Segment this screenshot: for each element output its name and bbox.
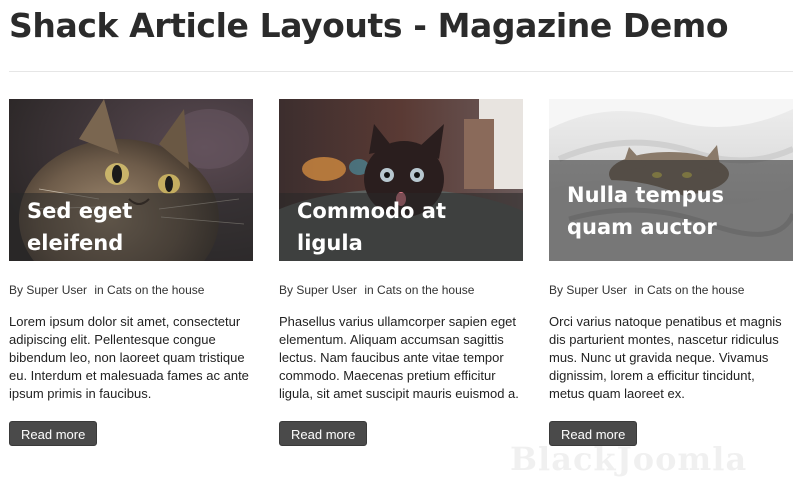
article-meta: By Super User in Cats on the house: [549, 283, 793, 297]
article-category[interactable]: in Cats on the house: [634, 283, 744, 297]
article-author: By Super User: [279, 283, 358, 297]
article-meta: By Super User in Cats on the house: [279, 283, 523, 297]
article-author: By Super User: [549, 283, 628, 297]
page-title: Shack Article Layouts - Magazine Demo: [9, 6, 729, 45]
article-image[interactable]: Commodo at ligula: [279, 99, 523, 261]
article-headline[interactable]: Commodo at ligula: [297, 195, 505, 259]
article-author: By Super User: [9, 283, 88, 297]
article-image[interactable]: Nulla tempus quam auctor: [549, 99, 793, 261]
article-category[interactable]: in Cats on the house: [364, 283, 474, 297]
article-category[interactable]: in Cats on the house: [94, 283, 204, 297]
article-intro: Lorem ipsum dolor sit amet, consectetur …: [9, 314, 249, 401]
article-headline[interactable]: Nulla tempus quam auctor: [567, 179, 775, 243]
site-watermark-logo: BlackJoomla: [510, 440, 748, 478]
headline-overlay: Nulla tempus quam auctor: [549, 160, 793, 261]
article-intro: Phasellus varius ullamcorper sapien eget…: [279, 314, 519, 401]
article-image[interactable]: Sed eget eleifend: [9, 99, 253, 261]
article-meta: By Super User in Cats on the house: [9, 283, 253, 297]
article-card: Commodo at ligula By Super User in Cats …: [279, 99, 523, 446]
read-more-button[interactable]: Read more: [279, 421, 368, 446]
article-card: Nulla tempus quam auctor By Super User i…: [549, 99, 793, 446]
article-headline[interactable]: Sed eget eleifend: [27, 195, 235, 259]
headline-overlay: Sed eget eleifend: [9, 193, 253, 261]
title-divider: [9, 71, 793, 72]
headline-overlay: Commodo at ligula: [279, 193, 523, 261]
article-intro: Orci varius natoque penatibus et magnis …: [549, 314, 782, 401]
read-more-button[interactable]: Read more: [9, 421, 98, 446]
article-card: Sed eget eleifend By Super User in Cats …: [9, 99, 253, 446]
